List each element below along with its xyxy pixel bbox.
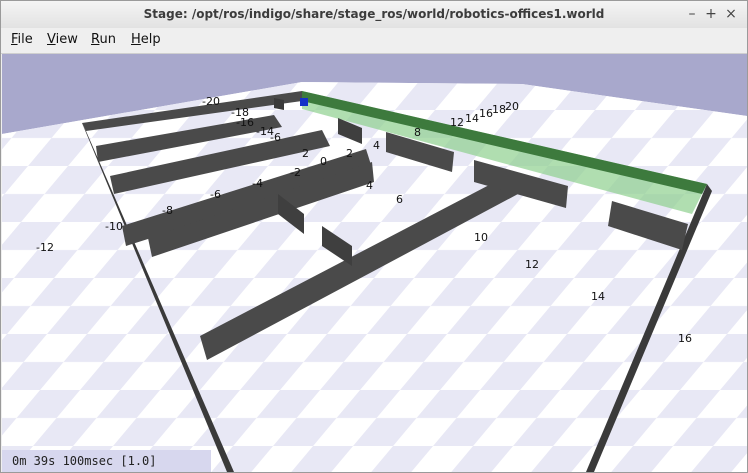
simulation-viewport[interactable]: -20 -18 -16 -14 -12 -10 -8 -6 -4 -2 0 2 … xyxy=(2,54,747,472)
axis-label: -8 xyxy=(162,204,173,217)
axis-label: -10 xyxy=(105,220,123,233)
axis-label: 20 xyxy=(505,100,519,113)
axis-label: 0 xyxy=(320,155,327,168)
status-bar: 0m 39s 100msec [1.0] xyxy=(2,450,211,472)
window-title: Stage: /opt/ros/indigo/share/stage_ros/w… xyxy=(143,7,605,21)
axis-label: 12 xyxy=(450,116,464,129)
minimize-icon[interactable]: – xyxy=(683,5,701,23)
axis-label: 16 xyxy=(678,332,692,345)
axis-label: 6 xyxy=(396,193,403,206)
axis-label: -6 xyxy=(270,131,281,144)
axis-label: 16 xyxy=(479,107,493,120)
menu-file[interactable]: File xyxy=(11,32,33,47)
axis-label: -6 xyxy=(210,188,221,201)
axis-label: 2 xyxy=(302,147,309,160)
robot-marker[interactable] xyxy=(300,98,308,106)
axis-label: 4 xyxy=(373,139,380,152)
menu-run[interactable]: Run xyxy=(91,32,116,47)
menu-view[interactable]: View xyxy=(47,32,78,47)
axis-label: 18 xyxy=(492,103,506,116)
menu-help[interactable]: Help xyxy=(131,32,161,47)
world-3d-view[interactable]: -20 -18 -16 -14 -12 -10 -8 -6 -4 -2 0 2 … xyxy=(2,54,747,472)
axis-label: -16 xyxy=(236,116,254,129)
stage-window: Stage: /opt/ros/indigo/share/stage_ros/w… xyxy=(0,0,748,473)
axis-label: 14 xyxy=(591,290,605,303)
maximize-icon[interactable]: + xyxy=(702,5,720,23)
axis-label: 12 xyxy=(525,258,539,271)
title-bar[interactable]: Stage: /opt/ros/indigo/share/stage_ros/w… xyxy=(1,1,747,29)
axis-label: 14 xyxy=(465,112,479,125)
axis-label: -2 xyxy=(290,166,301,179)
menu-bar: File View Run Help xyxy=(1,28,747,54)
axis-label: 2 xyxy=(346,147,353,160)
wall-cap-1 xyxy=(274,98,284,110)
axis-label: 8 xyxy=(414,126,421,139)
axis-label: 10 xyxy=(474,231,488,244)
axis-label: -20 xyxy=(202,95,220,108)
axis-label: -4 xyxy=(252,177,263,190)
axis-label: 4 xyxy=(366,179,373,192)
axis-label: -12 xyxy=(36,241,54,254)
close-icon[interactable]: × xyxy=(722,5,740,23)
